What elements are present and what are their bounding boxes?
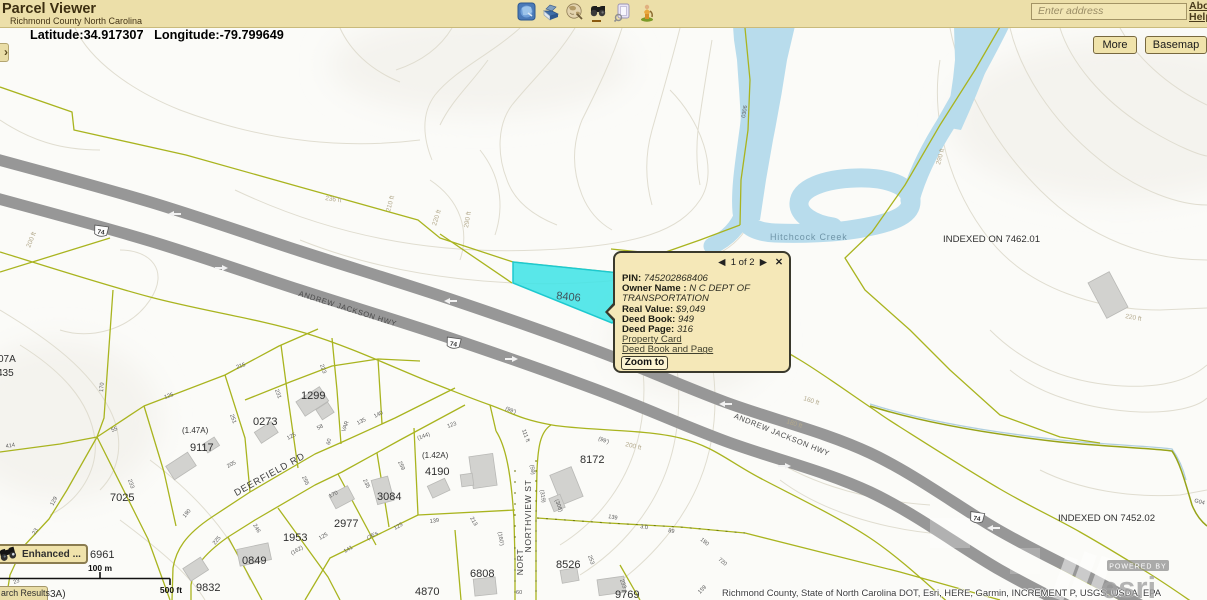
- svg-text:9769: 9769: [615, 589, 639, 600]
- svg-text:6808: 6808: [470, 568, 494, 580]
- svg-text:60: 60: [326, 438, 333, 445]
- svg-text:NORTHVIEW ST: NORTHVIEW ST: [523, 479, 533, 552]
- svg-text:1299: 1299: [301, 390, 325, 402]
- svg-text:INDEXED ON 7462.01: INDEXED ON 7462.01: [943, 234, 1040, 245]
- svg-text:1953: 1953: [283, 532, 307, 544]
- svg-text:2977: 2977: [334, 518, 358, 530]
- svg-text:INDEXED ON 7452.02: INDEXED ON 7452.02: [1058, 513, 1155, 524]
- svg-text:8526: 8526: [556, 559, 580, 571]
- svg-text:170: 170: [99, 382, 106, 392]
- svg-text:4190: 4190: [425, 466, 449, 478]
- svg-text:07A: 07A: [0, 354, 16, 365]
- svg-text:435: 435: [0, 368, 14, 379]
- svg-text:(1.47A): (1.47A): [182, 426, 209, 435]
- svg-text:7025: 7025: [110, 492, 134, 504]
- svg-text:0273: 0273: [253, 416, 277, 428]
- svg-text:3084: 3084: [377, 491, 401, 503]
- svg-text:esri: esri: [1101, 570, 1156, 600]
- svg-text:100 m: 100 m: [88, 563, 113, 573]
- svg-text:NORT: NORT: [515, 549, 525, 576]
- svg-text:9117: 9117: [190, 442, 214, 454]
- svg-text:74: 74: [97, 229, 106, 237]
- svg-text:74: 74: [973, 515, 982, 523]
- svg-text:8406: 8406: [556, 290, 582, 304]
- svg-text:89: 89: [668, 528, 675, 535]
- svg-text:Hitchcock Creek: Hitchcock Creek: [770, 232, 848, 242]
- svg-text:8172: 8172: [580, 454, 604, 466]
- svg-text:(1.42A): (1.42A): [422, 451, 449, 460]
- svg-text:4870: 4870: [415, 586, 439, 598]
- svg-text:60: 60: [516, 590, 522, 596]
- svg-text:74: 74: [449, 341, 458, 349]
- svg-text:500 ft: 500 ft: [160, 585, 182, 595]
